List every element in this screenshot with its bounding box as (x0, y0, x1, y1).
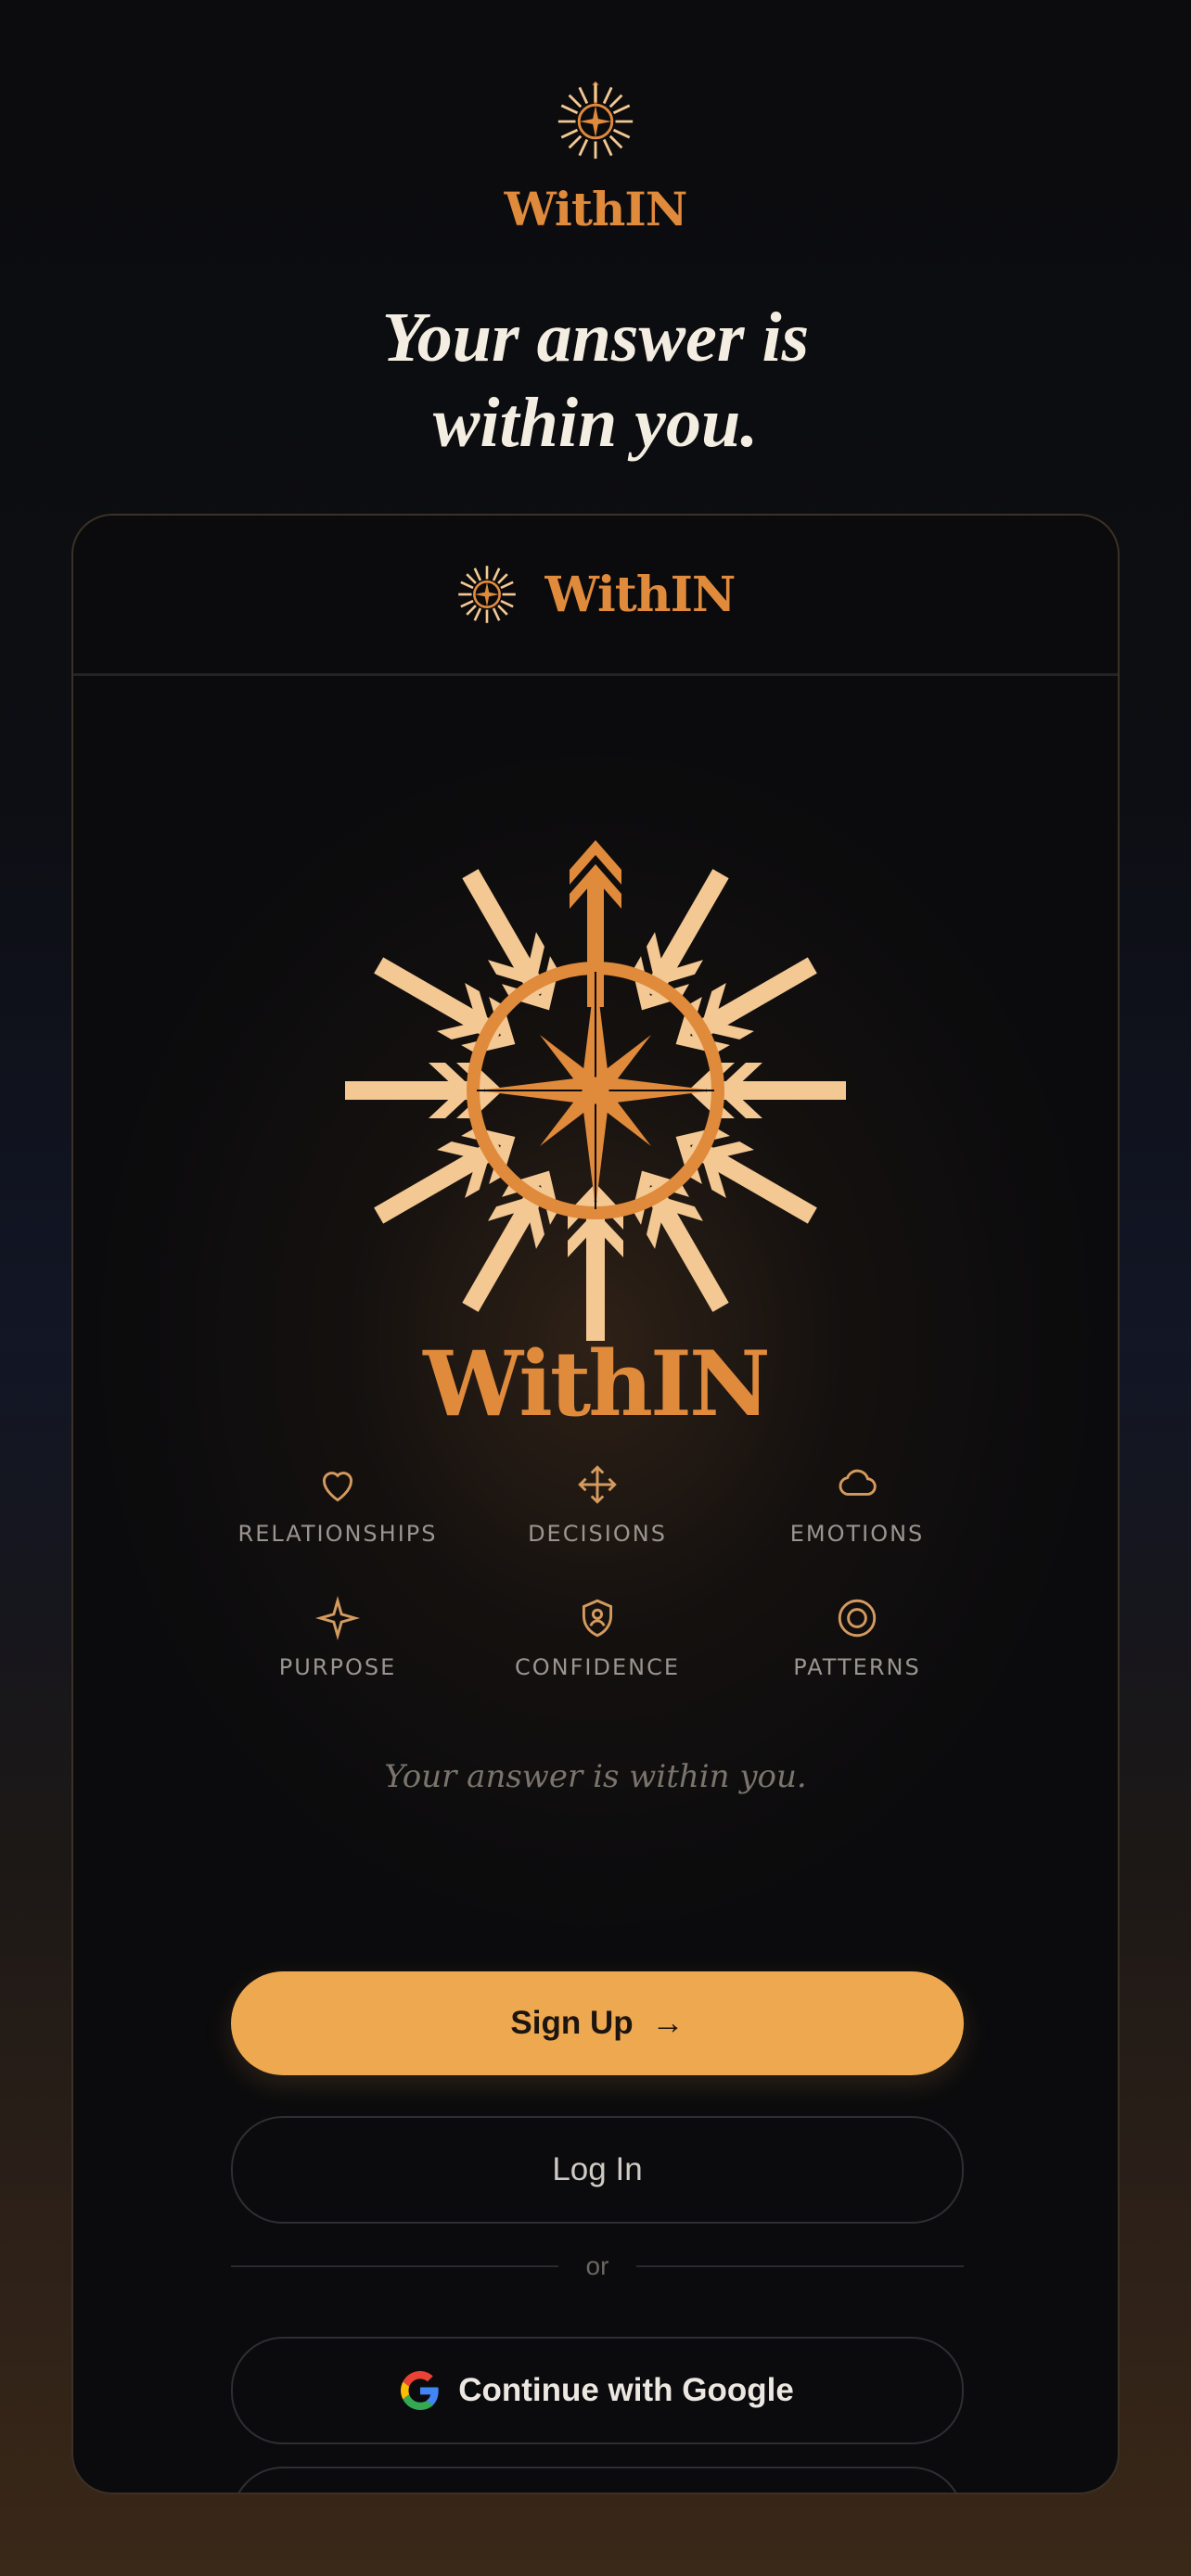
sign-up-button[interactable]: Sign Up → (231, 1971, 964, 2075)
welcome-card: WithIN WithIN RELATIONSHIPS DECISIONS EM… (71, 514, 1120, 2494)
continue-with-google-button[interactable]: Continue with Google (231, 2337, 964, 2444)
headline-line-1: Your answer is (381, 299, 810, 376)
sign-up-label: Sign Up (510, 2005, 634, 2041)
feature-label: EMOTIONS (789, 1521, 925, 1547)
or-divider: or (231, 2251, 964, 2281)
arrow-right-icon: → (651, 2005, 685, 2041)
feature-emotions: EMOTIONS (727, 1461, 987, 1547)
tagline: Your answer is within you. (384, 1758, 807, 1795)
divider-text: or (585, 2251, 609, 2280)
feature-decisions: DECISIONS (467, 1461, 727, 1547)
page-headline: Your answer is within you. (0, 295, 1191, 465)
feature-label: PATTERNS (793, 1654, 921, 1680)
compass-icon (457, 566, 516, 623)
hero-compass (327, 822, 864, 1364)
feature-confidence: CONFIDENCE (467, 1595, 727, 1680)
brand-prefix: With (504, 182, 626, 236)
compass-arrows-icon (345, 840, 846, 1341)
cloud-icon (839, 1469, 877, 1496)
divider-line (231, 2265, 558, 2267)
feature-patterns: PATTERNS (727, 1595, 987, 1680)
card-header: WithIN (73, 516, 1118, 676)
card-brand-prefix: With (544, 566, 672, 623)
feature-grid: RELATIONSHIPS DECISIONS EMOTIONS PURPOSE… (208, 1461, 987, 1680)
hero-brand-prefix: With (423, 1332, 653, 1436)
headline-line-2: within you. (432, 384, 759, 462)
shield-user-icon (582, 1599, 613, 1638)
google-icon (401, 2371, 439, 2410)
card-brand-suffix: IN (670, 566, 736, 623)
feature-label: RELATIONSHIPS (237, 1521, 438, 1547)
feature-label: CONFIDENCE (514, 1654, 680, 1680)
card-brand-wordmark: WithIN (545, 567, 736, 623)
move-arrows-icon (578, 1465, 617, 1504)
log-in-label: Log In (552, 2151, 643, 2187)
additional-sign-in-button[interactable] (231, 2467, 964, 2493)
hero-brand-wordmark: WithIN (73, 1332, 1118, 1436)
feature-relationships: RELATIONSHIPS (208, 1461, 467, 1547)
sparkle-icon (314, 1595, 361, 1641)
brand-suffix: IN (624, 182, 687, 236)
feature-purpose: PURPOSE (208, 1595, 467, 1680)
feature-label: DECISIONS (528, 1521, 667, 1547)
heart-icon (322, 1472, 353, 1502)
divider-line (636, 2265, 964, 2267)
app-logo (0, 82, 1191, 161)
target-circle-icon (838, 1599, 877, 1638)
google-label: Continue with Google (458, 2372, 794, 2408)
compass-icon (557, 82, 634, 159)
brand-wordmark: WithIN (0, 182, 1191, 236)
hero-brand-suffix: IN (650, 1332, 771, 1436)
log-in-button[interactable]: Log In (231, 2116, 964, 2224)
feature-label: PURPOSE (278, 1654, 397, 1680)
